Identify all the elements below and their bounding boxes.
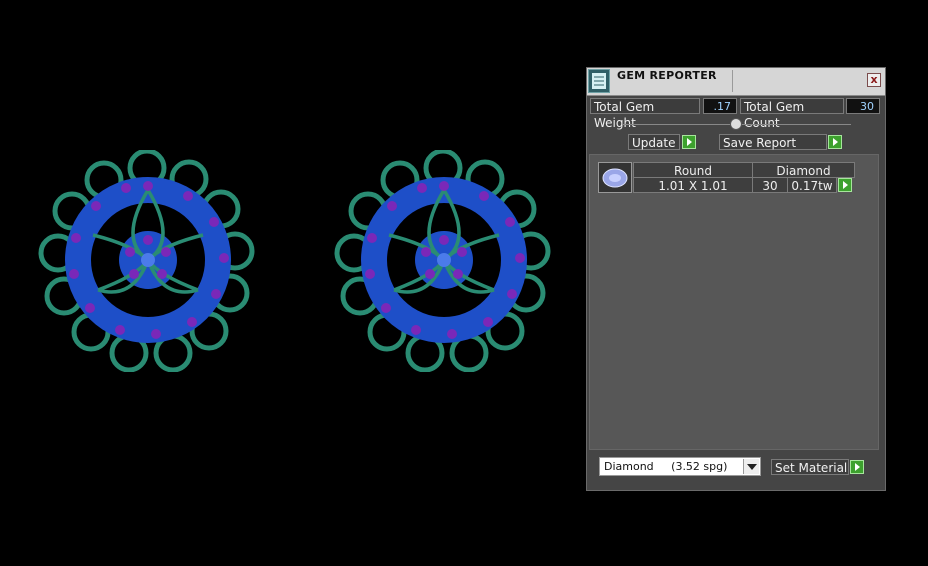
gem-list: Round Diamond 1.01 X 1.01 30 0.17tw — [589, 154, 879, 450]
panel-splitter-handle[interactable] — [730, 118, 742, 130]
save-report-button[interactable]: Save Report — [719, 134, 827, 150]
set-material-button[interactable]: Set Material — [771, 459, 849, 475]
3d-viewport[interactable] — [0, 0, 584, 566]
total-gem-weight-value: .17 — [703, 98, 737, 114]
gem-count-cell: 30 — [752, 177, 788, 193]
material-select[interactable]: Diamond (3.52 spg) — [599, 457, 761, 476]
earring-left — [38, 150, 255, 372]
gem-shape-header: Round — [633, 162, 753, 178]
panel-titlebar[interactable]: GEM REPORTER x — [587, 68, 885, 96]
title-divider — [732, 70, 733, 92]
total-gem-weight-label: Total Gem Weight — [590, 98, 700, 130]
gem-material-header: Diamond — [752, 162, 855, 178]
update-button[interactable]: Update — [628, 134, 680, 150]
gem-reporter-icon — [588, 69, 610, 93]
gem-row-go-icon[interactable] — [838, 178, 852, 192]
gem-size-cell: 1.01 X 1.01 — [633, 177, 753, 193]
panel-title: GEM REPORTER — [617, 69, 717, 82]
close-icon[interactable]: x — [867, 73, 881, 87]
total-gem-count-value: 30 — [846, 98, 880, 114]
total-gem-count-label: Total Gem Count — [740, 98, 844, 130]
material-select-value: Diamond (3.52 spg) — [604, 460, 728, 473]
save-report-go-icon[interactable] — [828, 135, 842, 149]
earring-right — [334, 150, 551, 372]
round-gem-icon[interactable] — [598, 162, 632, 193]
set-material-go-icon[interactable] — [850, 460, 864, 474]
gem-weight-cell: 0.17tw — [787, 177, 837, 193]
chevron-down-icon[interactable] — [743, 459, 759, 474]
gem-reporter-panel: GEM REPORTER x Total Gem Weight .17 Tota… — [586, 67, 886, 491]
update-go-icon[interactable] — [682, 135, 696, 149]
